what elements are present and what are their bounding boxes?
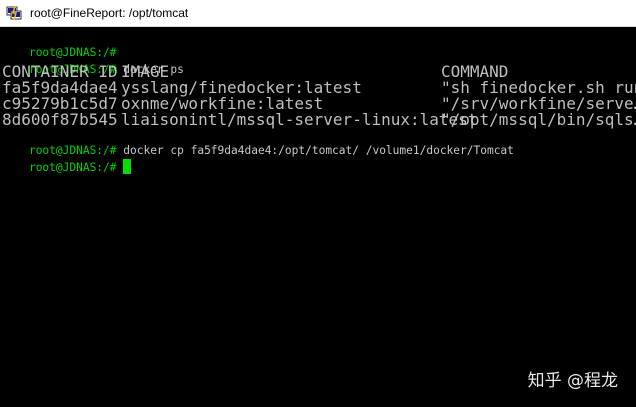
terminal-line: root@JDNAS:/# xyxy=(2,29,636,59)
container-image: liaisonintl/mssql-server-linux:latest xyxy=(121,110,478,130)
window-titlebar[interactable]: root@FineReport: /opt/tomcat xyxy=(0,0,636,27)
shell-prompt: root@JDNAS:/# xyxy=(28,144,117,158)
putty-terminal-icon xyxy=(6,5,22,21)
terminal-output[interactable]: root@JDNAS:/# root@JDNAS:/# docker ps CO… xyxy=(0,27,636,407)
container-id: 8d600f87b545 xyxy=(2,110,118,130)
window-title: root@FineReport: /opt/tomcat xyxy=(30,6,189,20)
table-row: c95279b1c5d7 oxnme/workfine:latest "/srv… xyxy=(2,94,636,113)
container-command: "/opt/mssql/bin/sqls…" xyxy=(441,110,636,130)
watermark: 知乎 @程龙 xyxy=(527,371,618,391)
terminal-cursor[interactable] xyxy=(123,159,132,175)
table-header: CONTAINER ID IMAGE COMMAND xyxy=(2,62,636,81)
shell-prompt: root@JDNAS:/# xyxy=(28,46,117,60)
table-row: fa5f9da4dae4 ysslang/finedocker:latest "… xyxy=(2,78,636,97)
shell-command xyxy=(117,161,124,174)
shell-command: docker cp fa5f9da4dae4:/opt/tomcat/ /vol… xyxy=(116,144,514,158)
shell-prompt: root@JDNAS:/# xyxy=(28,161,117,175)
table-row: 8d600f87b545 liaisonintl/mssql-server-li… xyxy=(2,110,636,130)
